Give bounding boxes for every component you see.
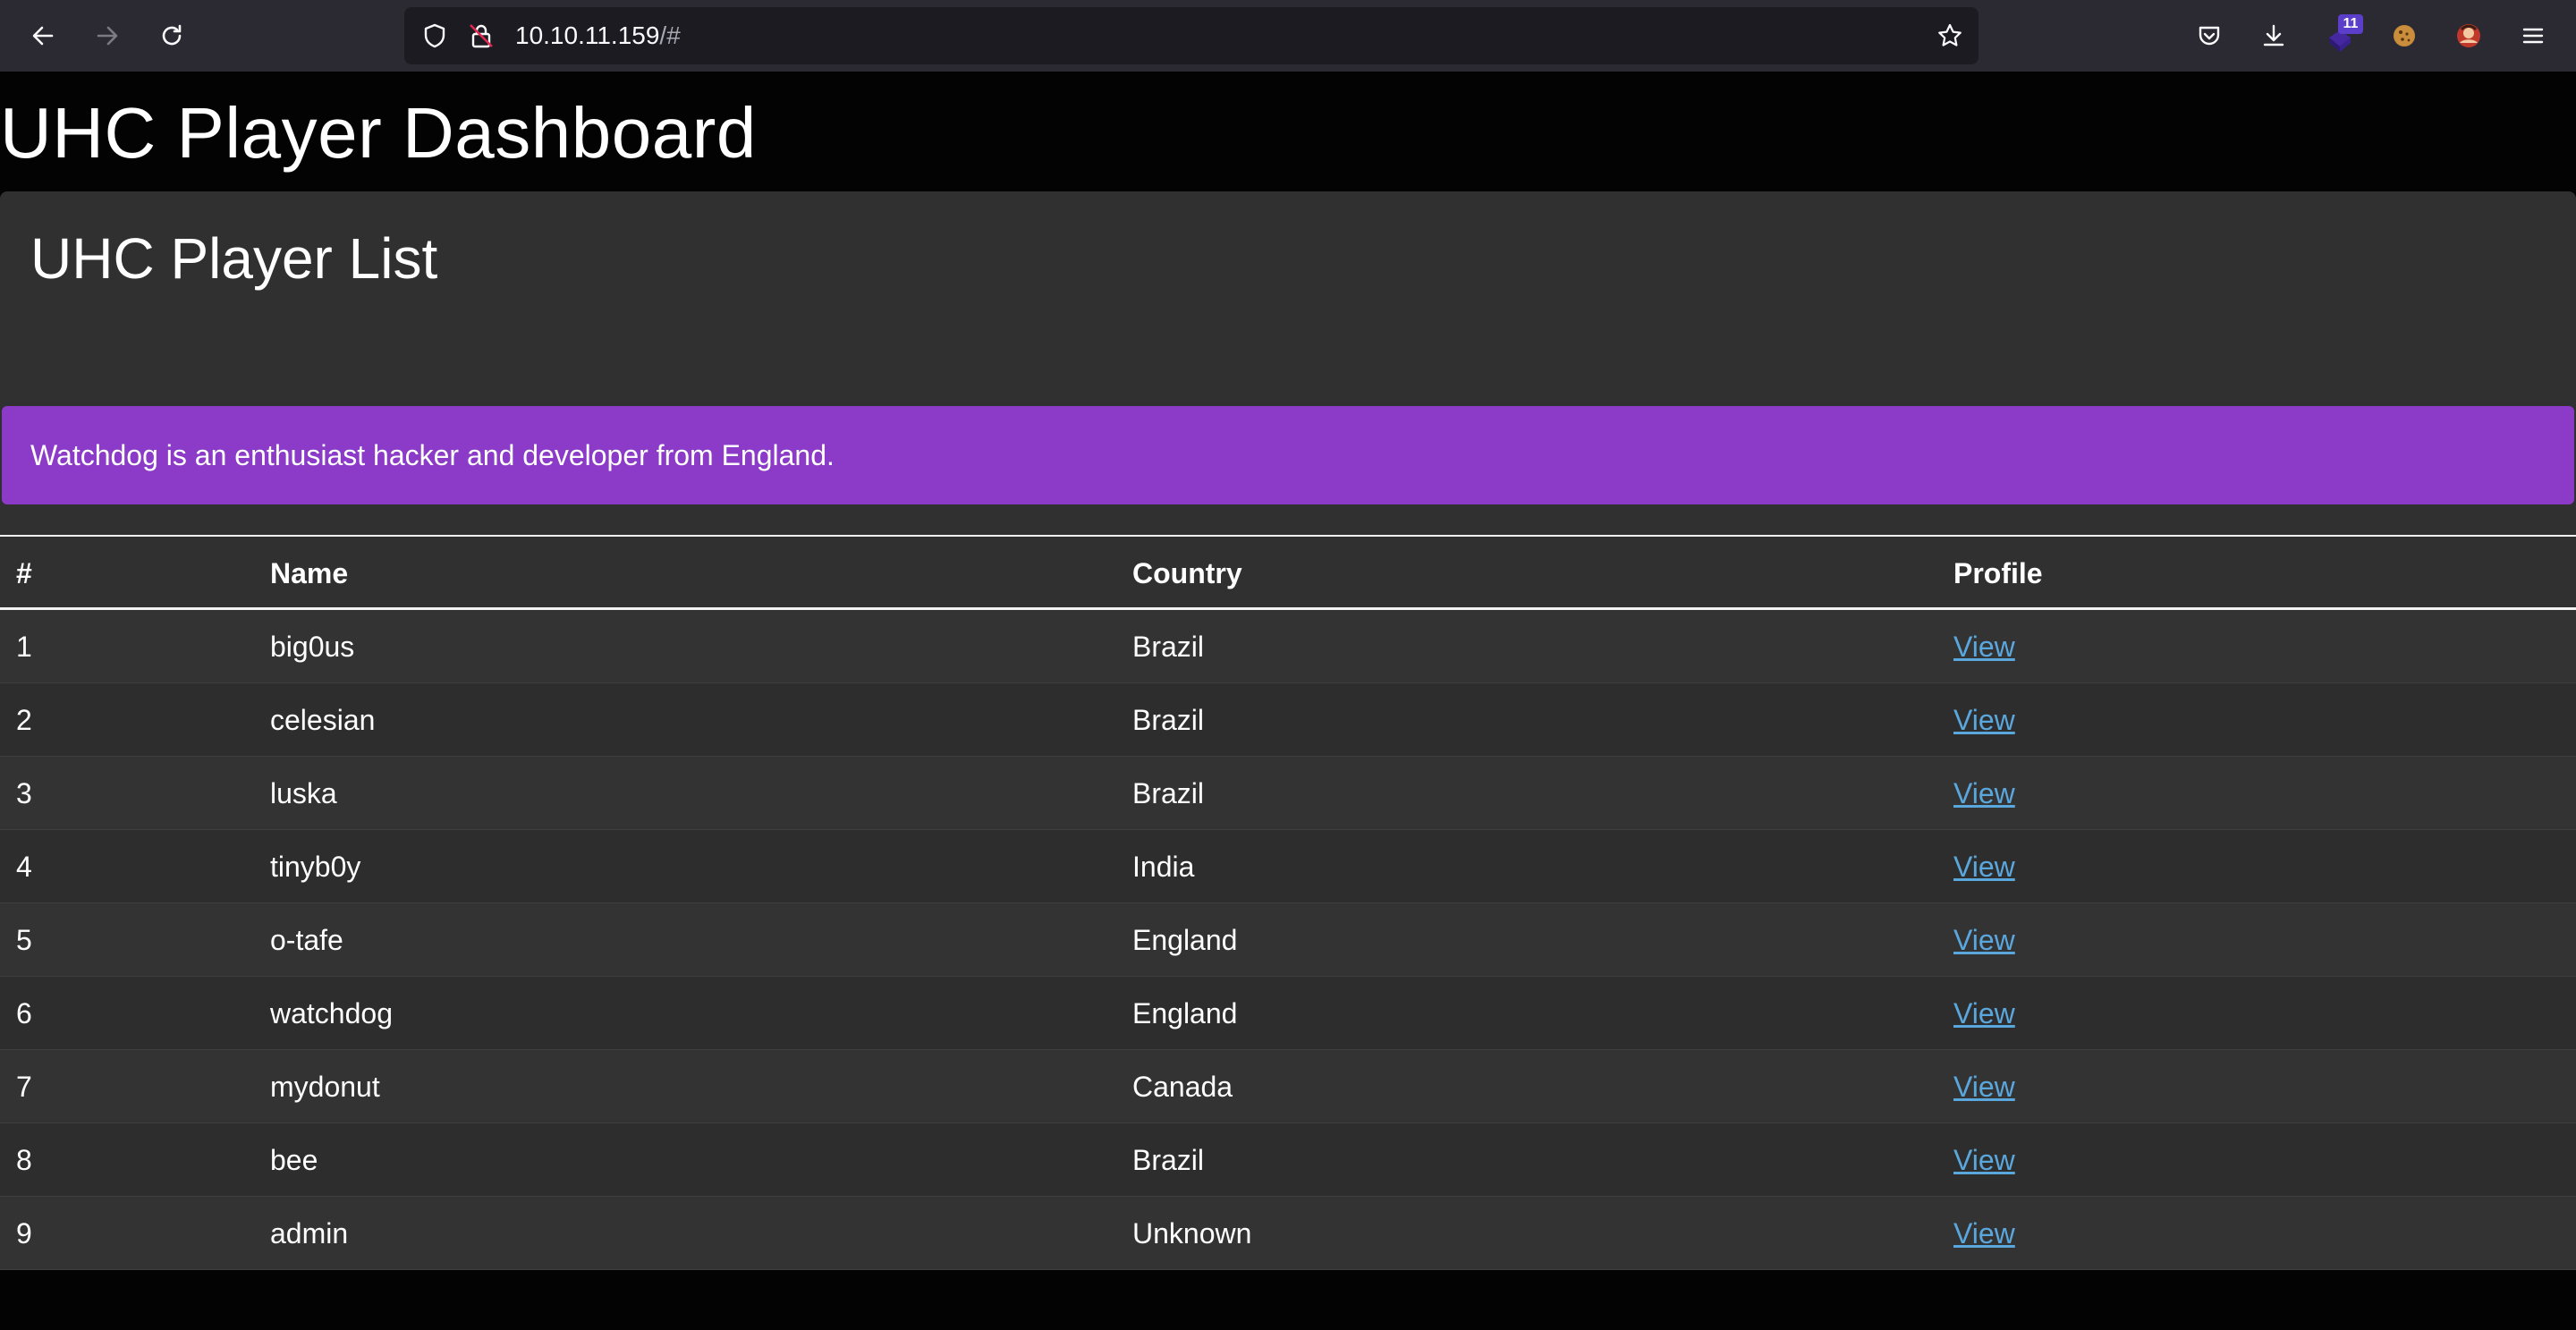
row-num: 4 (16, 851, 32, 883)
browser-toolbar: 10.10.11.159/# 11 (0, 0, 2576, 72)
row-name: big0us (270, 631, 355, 663)
url-path: /# (659, 21, 681, 49)
table-row: 9 admin Unknown View (0, 1197, 2576, 1270)
profile-avatar-button[interactable] (2449, 16, 2488, 55)
table-row: 4 tinyb0y India View (0, 830, 2576, 903)
table-row: 2 celesian Brazil View (0, 683, 2576, 757)
row-num: 2 (16, 704, 32, 736)
extension-button[interactable]: 11 (2322, 14, 2363, 57)
row-name: bee (270, 1144, 318, 1176)
view-profile-link[interactable]: View (1953, 683, 2015, 757)
row-name: celesian (270, 704, 376, 736)
view-profile-link[interactable]: View (1953, 977, 2015, 1050)
header-profile: Profile (1953, 557, 2043, 589)
url-text[interactable]: 10.10.11.159/# (515, 7, 681, 64)
table-row: 3 luska Brazil View (0, 757, 2576, 830)
download-icon (2263, 24, 2284, 47)
row-country: Brazil (1132, 777, 1205, 809)
hamburger-menu-icon (2522, 28, 2544, 44)
row-num: 5 (16, 924, 32, 956)
cookie-icon (2394, 25, 2415, 47)
row-name: luska (270, 777, 337, 809)
row-name: admin (270, 1217, 349, 1250)
row-name: tinyb0y (270, 851, 361, 883)
table-row: 1 big0us Brazil View (0, 610, 2576, 683)
row-country: India (1132, 851, 1195, 883)
downloads-button[interactable] (2254, 16, 2293, 55)
card-title: UHC Player List (30, 226, 438, 291)
page-title: UHC Player Dashboard (0, 93, 757, 173)
row-country: Brazil (1132, 704, 1205, 736)
url-host: 10.10.11.159 (515, 21, 660, 49)
table-header-row: # Name Country Profile (0, 537, 2576, 610)
view-profile-link[interactable]: View (1953, 903, 2015, 977)
row-num: 8 (16, 1144, 32, 1176)
forward-arrow-icon (97, 26, 118, 46)
table-row: 8 bee Brazil View (0, 1123, 2576, 1197)
cookie-extension-button[interactable] (2385, 16, 2424, 55)
row-num: 7 (16, 1071, 32, 1103)
reload-button[interactable] (152, 16, 191, 55)
table-row: 6 watchdog England View (0, 977, 2576, 1050)
info-alert: Watchdog is an enthusiast hacker and dev… (2, 406, 2574, 504)
shield-icon[interactable] (420, 21, 449, 50)
bookmark-star-icon[interactable] (1936, 21, 1964, 50)
row-name: watchdog (270, 997, 393, 1029)
row-num: 9 (16, 1217, 32, 1250)
view-profile-link[interactable]: View (1953, 757, 2015, 830)
player-list-card: UHC Player List Watchdog is an enthusias… (0, 191, 2576, 1270)
player-table: # Name Country Profile 1 big0us Brazil V… (0, 535, 2576, 1270)
table-row: 7 mydonut Canada View (0, 1050, 2576, 1123)
row-num: 6 (16, 997, 32, 1029)
row-num: 3 (16, 777, 32, 809)
header-name: Name (270, 557, 349, 589)
row-country: Canada (1132, 1071, 1233, 1103)
back-arrow-icon (32, 26, 54, 46)
avatar-icon (2457, 24, 2480, 47)
row-name: o-tafe (270, 924, 343, 956)
extension-badge: 11 (2338, 14, 2363, 34)
row-num: 1 (16, 631, 32, 663)
header-country: Country (1132, 557, 1242, 589)
pocket-button[interactable] (2190, 16, 2229, 55)
view-profile-link[interactable]: View (1953, 1050, 2015, 1123)
row-name: mydonut (270, 1071, 380, 1103)
row-country: Brazil (1132, 631, 1205, 663)
url-bar[interactable]: 10.10.11.159/# (404, 7, 1979, 64)
reload-icon (162, 24, 182, 46)
view-profile-link[interactable]: View (1953, 1197, 2015, 1270)
row-country: Unknown (1132, 1217, 1252, 1250)
view-profile-link[interactable]: View (1953, 610, 2015, 683)
view-profile-link[interactable]: View (1953, 830, 2015, 903)
view-profile-link[interactable]: View (1953, 1123, 2015, 1197)
back-button[interactable] (23, 16, 63, 55)
row-country: England (1132, 997, 1238, 1029)
forward-button[interactable] (88, 16, 127, 55)
app-menu-button[interactable] (2513, 16, 2553, 55)
table-row: 5 o-tafe England View (0, 903, 2576, 977)
header-num: # (16, 557, 32, 589)
row-country: Brazil (1132, 1144, 1205, 1176)
page-content: UHC Player Dashboard UHC Player List Wat… (0, 72, 2576, 1330)
insecure-lock-icon[interactable] (467, 21, 496, 50)
row-country: England (1132, 924, 1238, 956)
pocket-icon (2199, 26, 2220, 46)
